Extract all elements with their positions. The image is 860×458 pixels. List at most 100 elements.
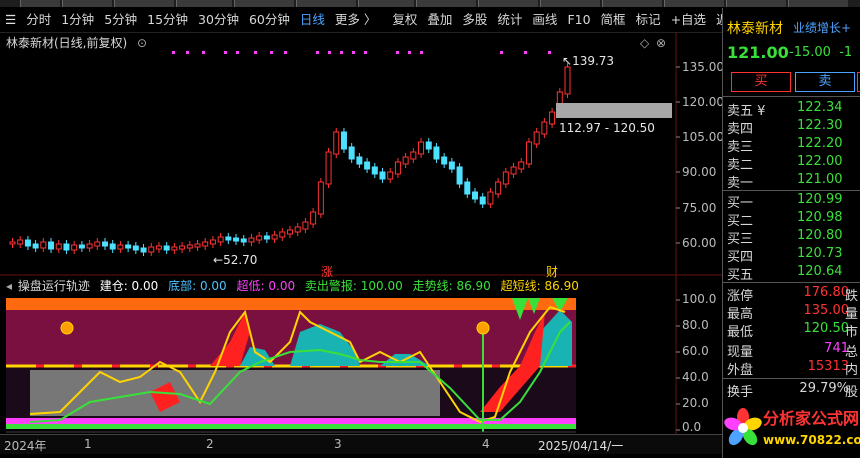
svg-text:分析家公式网: 分析家公式网 [763,409,859,428]
tab-daily[interactable]: 日线 [295,10,330,30]
signal-dot [408,51,411,54]
candle-body [340,131,347,150]
candle-body [464,181,471,195]
collapse-icon[interactable]: ◂ [6,279,12,293]
price-range-box [556,103,672,118]
candle-body [163,245,170,251]
candle-body [24,239,31,247]
band-green [6,424,576,429]
svg-text:www.70822.com: www.70822.com [763,433,860,447]
ask-row: 卖三 122.20 [727,136,843,155]
candle-body [55,243,62,250]
candle-body [248,237,255,243]
candle-body [294,226,301,233]
candle-body [140,247,147,253]
date-label: 1 [84,437,92,451]
perf-tag[interactable]: 业绩增长+ [793,19,851,36]
candle-body [171,246,178,251]
signal-dot [364,51,367,54]
candle-body [402,156,409,165]
date-label: 2024年 [4,439,47,453]
diamond-icon[interactable]: ◇ [640,36,649,50]
candle-body [448,161,455,170]
signal-dot [224,51,227,54]
date-label: 4 [482,437,490,451]
tab-fenshi[interactable]: 分时 [21,10,56,30]
candle-body [71,244,78,251]
buy-button[interactable]: 买 [731,72,791,92]
indicator-value: 超低: 0.00 [236,279,296,293]
candle-body [263,235,270,240]
signal-dot [254,51,257,54]
bid-row: 买三 120.80 [727,228,843,247]
y-tick-label: 60.00 [682,236,717,250]
tab-5min[interactable]: 5分钟 [99,10,142,30]
quote-panel: 林泰新材 业绩增长+ 121.00 -15.00 -1 买 卖 卖五 ¥122.… [722,8,860,458]
candle-body [194,243,201,248]
candle-body [78,244,85,249]
collapse-icon[interactable]: ⊙ [137,36,147,50]
band-top [6,298,576,310]
stats-button[interactable]: 统计 [492,10,527,30]
ind-tick-label: 20.0 [682,396,709,410]
adjust-button[interactable]: 复权 [387,10,422,30]
sell-button[interactable]: 卖 [795,72,855,92]
ind-tick-label: 60.0 [682,344,709,358]
candle-body [240,238,247,243]
ind-tick-label: 100.0 [682,292,717,306]
f10-button[interactable]: F10 [562,10,595,30]
tab-more[interactable]: 更多 〉 [330,10,381,30]
draw-line-button[interactable]: 画线 [527,10,562,30]
chart-title: 林泰新材(日线,前复权) [6,36,128,50]
tab-1min[interactable]: 1分钟 [56,10,99,30]
ask-row: 卖二 122.00 [727,154,843,173]
chart-area[interactable] [0,32,722,458]
ind-tick-label: 80.0 [682,318,709,332]
cursor-date-label: 2025/04/14/一 [538,439,624,453]
bid-row: 买四 120.73 [727,246,843,265]
tab-15min[interactable]: 15分钟 [142,10,193,30]
divider [723,96,860,97]
signal-dot [340,51,343,54]
candle-body [155,245,162,250]
close-icon[interactable]: ⊗ [656,36,666,50]
tab-30min[interactable]: 30分钟 [193,10,244,30]
ask-row: 卖一 121.00 [727,172,843,191]
candle-body [225,236,232,241]
candle-body [179,245,186,250]
candle-body [495,181,502,195]
tab-60min[interactable]: 60分钟 [244,10,295,30]
candle-body [302,221,309,230]
candle-body [356,156,363,165]
candle-body [379,171,386,180]
multi-stock-button[interactable]: 多股 [457,10,492,30]
candle-body [186,244,193,249]
y-tick-label: 105.00 [682,130,724,144]
indicator-value: 超短线: 86.90 [500,279,579,293]
menu-icon[interactable]: ☰ [0,10,21,30]
simple-frame-button[interactable]: 简框 [596,10,631,30]
indicator-value: 底部: 0.00 [168,279,227,293]
candle-body [549,111,556,125]
candle-body [102,241,108,247]
candle-body [17,239,24,245]
signal-circle [476,321,490,335]
add-watchlist-button[interactable]: +自选 [666,10,711,30]
stat-row: 最低 120.50 市 [727,321,859,340]
mark-button[interactable]: 标记 [631,10,666,30]
candle-body [287,229,293,235]
divider [723,190,860,191]
candle-body [333,131,340,155]
date-axis: 2024年 1 2 3 4 2025/04/14/一 [0,434,722,454]
candle-body [125,244,132,249]
date-label: 2 [206,437,214,451]
candle-body [40,241,47,249]
candle-body [418,141,425,155]
candle-body [217,236,224,243]
y-tick-label: 90.00 [682,165,717,179]
top-tab-strip [0,0,860,7]
overlay-button[interactable]: 叠加 [422,10,457,30]
candle-body [472,191,478,200]
divider [723,282,860,283]
watermark-logo: 分析家公式网 www.70822.com [724,408,860,447]
